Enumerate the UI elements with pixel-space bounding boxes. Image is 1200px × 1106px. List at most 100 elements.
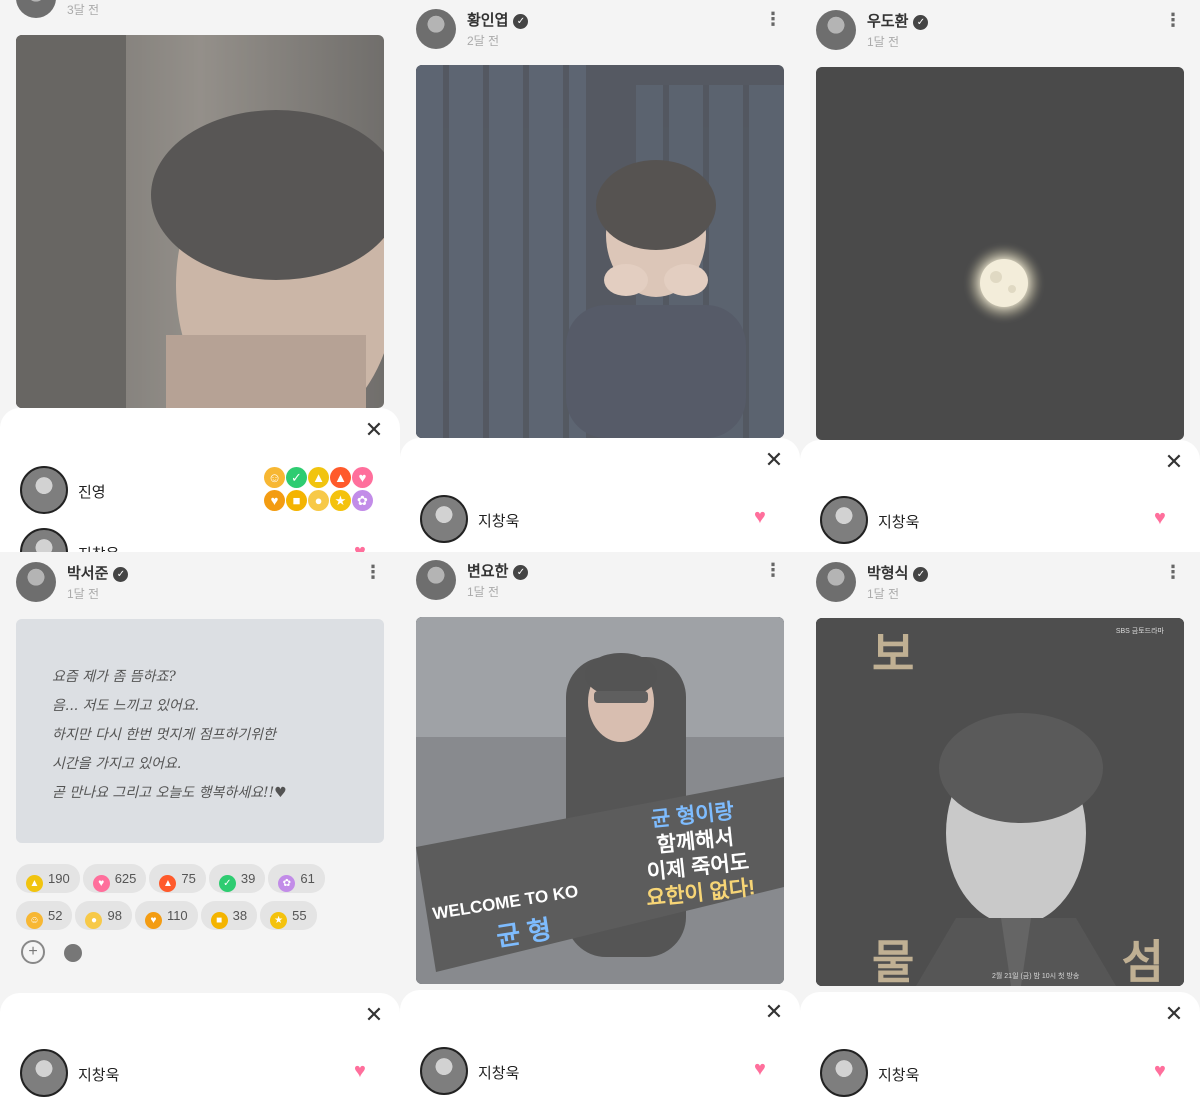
reaction-count: 110 xyxy=(166,908,188,923)
heart-icon[interactable]: ♥ xyxy=(1154,1061,1176,1081)
sunglasses-icon[interactable]: ■ xyxy=(286,490,307,511)
more-options-icon[interactable]: ⋮ xyxy=(1164,11,1182,29)
star-icon: ★ xyxy=(270,912,288,929)
post-photo[interactable]: WELCOME TO KO 균 형 균 형이랑 함께해서 이제 죽어도 요한이 … xyxy=(416,617,784,984)
reactor-name: 지창욱 xyxy=(78,543,119,552)
author-avatar[interactable] xyxy=(16,0,56,18)
note-line: 음... 저도 느끼고 있어요. xyxy=(52,698,200,714)
author-avatar[interactable] xyxy=(16,562,56,602)
author-name[interactable]: 변요한 ✓ xyxy=(467,560,529,581)
panel-parkseojun-post: 박서준 ✓ 1달 전 ⋮ 요즘 제가 좀 뜸하죠? 음... 저도 느끼고 있어요… xyxy=(0,552,400,1106)
note-line: 요즘 제가 좀 뜸하죠? xyxy=(52,669,176,685)
reactor-avatar[interactable] xyxy=(420,495,468,543)
reactor-row[interactable]: 지창욱 ♥ xyxy=(820,496,1180,546)
check-icon: ✓ xyxy=(218,875,236,892)
more-options-icon[interactable]: ⋮ xyxy=(764,10,782,28)
post-photo[interactable] xyxy=(16,35,384,408)
emoji-picker: ☺ ✓ ▲ ▲ ♥♥ ■ ● ★ ✿ xyxy=(264,467,376,513)
author-name[interactable]: 우도환 ✓ xyxy=(867,10,929,31)
reactor-row[interactable]: 지창욱 ♥ xyxy=(420,1047,780,1097)
reactor-avatar[interactable] xyxy=(20,466,68,514)
reactor-avatar[interactable] xyxy=(820,496,868,544)
post-time: 1달 전 xyxy=(867,587,900,601)
heart-icon[interactable]: ♥ xyxy=(1154,508,1176,528)
verified-icon: ✓ xyxy=(113,567,129,582)
reaction-chip-flower[interactable]: ✿ 61 xyxy=(268,864,325,893)
reaction-count: 625 xyxy=(114,871,137,886)
reactor-avatar[interactable] xyxy=(20,528,68,552)
reactor-row[interactable]: 지창욱 ♥ xyxy=(820,1049,1180,1099)
close-icon[interactable]: ✕ xyxy=(762,448,786,472)
reaction-count: 55 xyxy=(292,908,307,923)
reactor-avatar[interactable] xyxy=(64,944,82,962)
drama-poster[interactable]: 보 물 섬 SBS 금토드라마 2월 21일 (금) 밤 10시 첫 방송 xyxy=(816,618,1184,986)
thumbs-up-icon[interactable]: ▲ xyxy=(308,467,329,488)
reactor-name: 지창욱 xyxy=(478,513,520,530)
grin-icon[interactable]: ☺ xyxy=(264,467,285,488)
verified-icon: ✓ xyxy=(513,14,529,29)
moon-photo xyxy=(816,67,1184,440)
reactor-avatar[interactable] xyxy=(420,1047,468,1095)
reactor-avatar[interactable] xyxy=(820,1049,868,1097)
heart-icon[interactable]: ♥ xyxy=(354,542,376,552)
author-name[interactable]: 박서준 ✓ xyxy=(67,562,129,583)
note-line: 시간을 가지고 있어요. xyxy=(52,756,182,772)
heart-eyes-icon[interactable]: ♥ xyxy=(264,490,285,511)
heart-icon: ♥ xyxy=(92,875,110,892)
post-photo[interactable] xyxy=(416,65,784,438)
reaction-chip-sunglasses[interactable]: ■ 38 xyxy=(200,901,258,930)
reactor-row[interactable]: 지창욱 ♥ xyxy=(20,528,380,552)
more-options-icon[interactable]: ⋮ xyxy=(1164,563,1182,581)
handwritten-note[interactable]: 요즘 제가 좀 뜸하죠? 음... 저도 느끼고 있어요. 하지만 다시 한번 … xyxy=(16,619,384,843)
author-avatar[interactable] xyxy=(416,560,456,600)
fire-icon[interactable]: ▲ xyxy=(330,467,351,488)
poster-title-bottom-left: 물 xyxy=(872,936,915,986)
reactor-name: 지창욱 xyxy=(878,1067,920,1084)
more-options-icon[interactable]: ⋮ xyxy=(364,563,382,581)
reaction-chip-check[interactable]: ✓ 39 xyxy=(208,864,266,893)
check-icon[interactable]: ✓ xyxy=(286,467,307,488)
heart-icon[interactable]: ♥ xyxy=(754,507,776,527)
reactor-row[interactable]: 지창욱 ♥ xyxy=(420,495,780,545)
reactor-row[interactable]: 지창욱 ♥ xyxy=(20,1049,380,1099)
close-icon[interactable]: ✕ xyxy=(362,1003,386,1027)
post-photo[interactable] xyxy=(816,67,1184,440)
heart-icon[interactable]: ♥ xyxy=(354,1061,376,1081)
reaction-chip-fire[interactable]: ▲ 75 xyxy=(149,864,206,893)
reaction-chip-grin[interactable]: ☺ 52 xyxy=(16,901,73,930)
close-icon[interactable]: ✕ xyxy=(362,418,386,442)
flower-icon[interactable]: ✿ xyxy=(352,490,373,511)
close-icon[interactable]: ✕ xyxy=(762,1000,786,1024)
add-reaction-icon[interactable]: + xyxy=(21,940,45,964)
author-avatar[interactable] xyxy=(816,10,856,50)
curtain-photo xyxy=(416,65,784,438)
heart-icon[interactable]: ♥ xyxy=(352,467,373,488)
post-time: 2달 전 xyxy=(467,34,500,48)
reaction-chip-star[interactable]: ★ 55 xyxy=(260,901,317,930)
pleading-icon[interactable]: ● xyxy=(308,490,329,511)
reaction-chip-heart-eyes[interactable]: ♥ 110 xyxy=(134,901,198,930)
heart-icon[interactable]: ♥ xyxy=(754,1059,776,1079)
reaction-chip-thumbs-up[interactable]: ▲ 190 xyxy=(16,864,80,893)
verified-icon: ✓ xyxy=(913,15,929,30)
post-time: 3달 전 xyxy=(67,3,100,17)
close-icon[interactable]: ✕ xyxy=(1162,450,1186,474)
poster-airdate: 2월 21일 (금) 밤 10시 첫 방송 xyxy=(992,973,1080,980)
author-avatar[interactable] xyxy=(816,562,856,602)
reaction-count: 39 xyxy=(240,871,256,886)
reaction-chip-pleading[interactable]: ● 98 xyxy=(75,901,132,930)
sunglasses-icon: ■ xyxy=(210,912,228,929)
reaction-sheet: ✕ 지창욱 ♥ xyxy=(400,438,800,552)
close-icon[interactable]: ✕ xyxy=(1162,1002,1186,1026)
author-avatar[interactable] xyxy=(416,9,456,49)
more-options-icon[interactable]: ⋮ xyxy=(764,561,782,579)
reactor-avatar[interactable] xyxy=(20,1049,68,1097)
post-header: 변요한 ✓ 1달 전 ⋮ xyxy=(416,560,784,604)
reaction-chip-heart[interactable]: ♥ 625 xyxy=(82,864,147,893)
post-header: 박형식 ✓ 1달 전 ⋮ xyxy=(816,562,1184,606)
star-icon[interactable]: ★ xyxy=(330,490,351,511)
reaction-count: 190 xyxy=(48,871,70,886)
author-name[interactable]: 박형식 ✓ xyxy=(867,562,929,583)
author-name[interactable]: 황인엽 ✓ xyxy=(467,9,529,30)
reactor-row[interactable]: 진영 ☺ ✓ ▲ ▲ ♥♥ ■ ● ★ ✿ xyxy=(20,466,380,516)
